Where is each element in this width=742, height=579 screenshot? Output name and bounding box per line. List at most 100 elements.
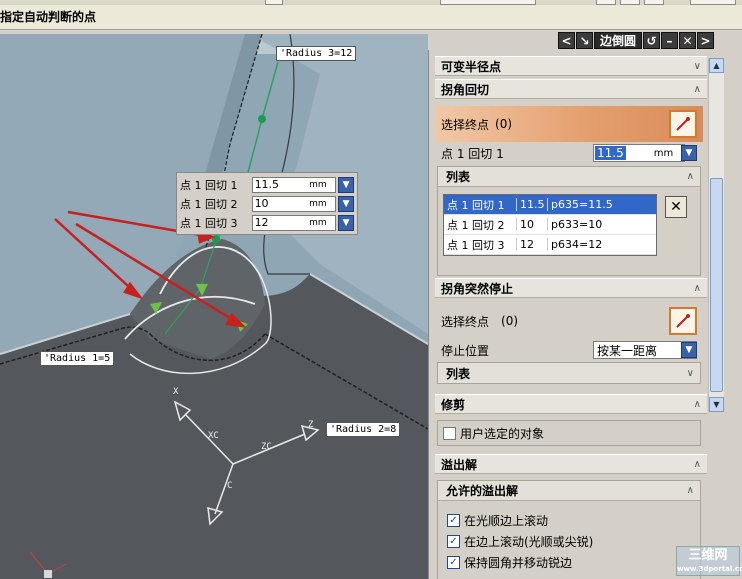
setback-value[interactable]: 11.5 — [595, 146, 626, 160]
inline-value-input[interactable]: 10 mm — [251, 195, 337, 212]
chevron-down-icon[interactable]: ▼ — [681, 145, 697, 161]
select-end-count: (0) — [501, 314, 519, 328]
inline-value[interactable]: 12 — [255, 216, 310, 229]
select-end-count: (0) — [495, 117, 513, 131]
inline-unit: mm — [309, 198, 327, 209]
point-select-button[interactable] — [669, 307, 697, 335]
section-title: 溢出解 — [441, 457, 478, 472]
chevron-up-icon[interactable]: ∧ — [694, 283, 701, 294]
checkbox-checked[interactable]: ✓ — [447, 555, 460, 569]
toolbar-combo-fragment[interactable] — [440, 0, 536, 5]
list-item[interactable]: 点 1 回切 2 10 p633=10 — [444, 215, 656, 235]
radius-1-label[interactable]: 'Radius 1=5 — [40, 351, 115, 366]
list-header[interactable]: 列表 ∧ — [438, 167, 700, 187]
list-title: 列表 — [446, 170, 471, 184]
allowed-overflow-header[interactable]: 允许的溢出解 ∧ — [438, 481, 700, 501]
overflow-option-row[interactable]: ✓ 在边上滚动(光顺或尖锐) — [447, 531, 593, 551]
toolbar-icon-fragment[interactable] — [690, 0, 736, 5]
chevron-up-icon[interactable]: ∧ — [694, 84, 701, 95]
overflow-option-row[interactable]: ✓ 保持圆角并移动锐边 — [447, 552, 572, 572]
scroll-up-icon[interactable]: ▲ — [709, 58, 724, 73]
watermark-logo: 三维网 www.3dportal.cn — [676, 546, 742, 576]
inline-value[interactable]: 10 — [255, 197, 310, 210]
inline-row: 点 1 回切 1 11.5 mm ▼ — [180, 175, 354, 194]
radius-3-label[interactable]: 'Radius 3=12 — [276, 46, 357, 61]
delete-icon[interactable]: ✕ — [665, 196, 687, 218]
section-title: 可变半径点 — [441, 59, 502, 74]
status-prompt: 指定自动判断的点 — [0, 10, 97, 24]
panel-scrollbar[interactable]: ▲ ▼ — [708, 58, 724, 412]
toolbar-icon-fragment[interactable] — [265, 0, 283, 5]
stop-list-box: 列表 ∨ — [437, 362, 701, 384]
section-corner-setback[interactable]: 拐角回切 ∧ — [435, 79, 707, 99]
section-title: 拐角回切 — [441, 82, 490, 97]
chevron-down-icon[interactable]: ▼ — [338, 195, 354, 212]
list-item-value: 10 — [516, 218, 547, 231]
list-header[interactable]: 列表 ∨ — [438, 363, 700, 383]
toolbar-strip — [0, 0, 742, 5]
point-select-button[interactable] — [669, 110, 697, 138]
section-title: 修剪 — [441, 397, 466, 412]
status-bar: 指定自动判断的点 — [0, 0, 742, 30]
dialog-title: 边倒圆 — [594, 31, 643, 49]
chevron-down-icon[interactable]: ∨ — [694, 61, 701, 72]
list-item-value: 12 — [516, 238, 547, 251]
section-trim[interactable]: 修剪 ∧ — [435, 394, 707, 414]
overflow-option-row[interactable]: ✓ 在光顺边上滚动 — [447, 510, 548, 530]
list-item-name: 点 1 回切 3 — [447, 238, 505, 252]
toolbar-icon-fragment[interactable] — [620, 0, 640, 5]
chevron-left-icon[interactable]: < — [558, 31, 575, 49]
inline-row: 点 1 回切 2 10 mm ▼ — [180, 194, 354, 213]
inline-value-input[interactable]: 12 mm — [251, 214, 337, 231]
section-overflow[interactable]: 溢出解 ∧ — [435, 454, 707, 474]
list-item-expression: p635=11.5 — [547, 198, 651, 211]
inline-label: 点 1 回切 2 — [180, 197, 238, 211]
user-selected-checkbox-row[interactable]: 用户选定的对象 — [443, 423, 544, 443]
stop-select-end-row[interactable]: 选择终点 (0) — [441, 310, 703, 332]
toolbar-icon-fragment[interactable] — [644, 0, 664, 5]
list-item-name: 点 1 回切 2 — [447, 218, 505, 232]
select-end-point-row[interactable]: 选择终点 (0) — [435, 106, 703, 142]
checkbox-checked[interactable]: ✓ — [447, 513, 460, 527]
checkbox-checked[interactable]: ✓ — [447, 534, 460, 548]
chevron-up-icon[interactable]: ∧ — [694, 459, 701, 470]
graphics-viewport[interactable]: X XC ZC Z C 'Radius 3=12 'Radius 1=5 'Ra… — [0, 34, 428, 579]
chevron-down-icon[interactable]: ▼ — [338, 214, 354, 231]
setback-inline-editor: 点 1 回切 1 11.5 mm ▼ 点 1 回切 2 10 mm ▼ 点 1 … — [176, 172, 358, 235]
scroll-thumb[interactable] — [710, 178, 723, 392]
section-variable-radius[interactable]: 可变半径点 ∨ — [435, 56, 707, 76]
minimize-icon[interactable]: – — [661, 31, 679, 49]
chevron-down-icon[interactable]: ∨ — [687, 368, 694, 379]
close-icon[interactable]: ✕ — [679, 31, 697, 49]
list-item-expression: p634=12 — [547, 238, 651, 251]
chevron-down-icon[interactable]: ▼ — [338, 176, 354, 193]
inline-value[interactable]: 11.5 — [255, 178, 310, 191]
select-end-label: 选择终点 — [441, 117, 490, 132]
checkbox[interactable] — [443, 426, 456, 440]
axis-label-z: Z — [308, 420, 314, 430]
checkbox-label: 在光顺边上滚动 — [464, 513, 549, 528]
chevron-up-icon[interactable]: ∧ — [694, 399, 701, 410]
chevron-up-icon[interactable]: ∧ — [687, 171, 694, 182]
chevron-down-icon[interactable]: ▼ — [681, 342, 697, 358]
checkbox-label: 在边上滚动(光顺或尖锐) — [464, 534, 594, 549]
model-canvas[interactable] — [0, 34, 428, 579]
checkbox-label: 保持圆角并移动锐边 — [464, 555, 573, 570]
radius-2-label[interactable]: 'Radius 2=8 — [326, 422, 401, 437]
edge-blend-dialog: 可变半径点 ∨ 拐角回切 ∧ 选择终点 (0) 点 1 回切 1 11.5 mm… — [428, 50, 742, 579]
section-stop-short[interactable]: 拐角突然停止 ∧ — [435, 278, 707, 298]
inline-label: 点 1 回切 3 — [180, 216, 238, 230]
list-item[interactable]: 点 1 回切 1 11.5 p635=11.5 — [444, 195, 656, 215]
chevron-up-icon[interactable]: ∧ — [687, 485, 694, 496]
inline-value-input[interactable]: 11.5 mm — [251, 176, 337, 193]
collapse-arrow-icon[interactable]: ↘ — [576, 31, 593, 49]
chevron-right-icon[interactable]: > — [697, 31, 715, 49]
subsection-title: 允许的溢出解 — [446, 484, 519, 498]
scroll-down-icon[interactable]: ▼ — [709, 397, 724, 412]
setback-value-input[interactable]: 11.5 mm — [593, 144, 685, 162]
list-item[interactable]: 点 1 回切 3 12 p634=12 — [444, 235, 656, 255]
list-item-expression: p633=10 — [547, 218, 651, 231]
setback-list[interactable]: 点 1 回切 1 11.5 p635=11.5 点 1 回切 2 10 p633… — [443, 194, 657, 256]
toolbar-icon-fragment[interactable] — [596, 0, 616, 5]
reset-icon[interactable]: ↺ — [643, 31, 661, 49]
